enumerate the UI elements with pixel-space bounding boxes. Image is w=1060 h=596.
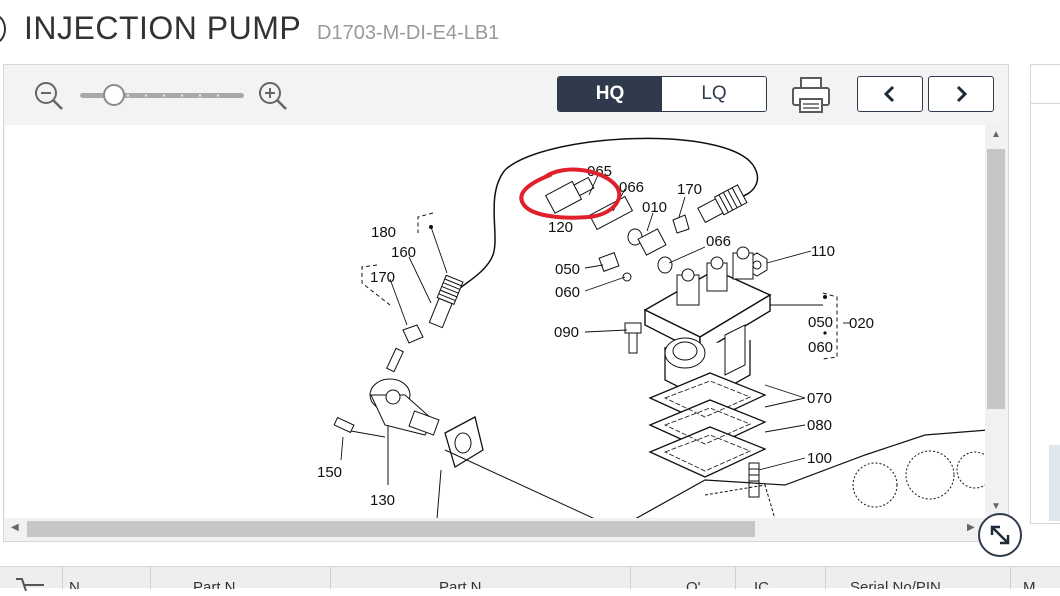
viewer-toolbar: HQ LQ [4,65,1008,125]
column-header-m[interactable]: M [1010,567,1060,589]
part-label-170[interactable]: 170 [677,181,702,198]
scroll-down-icon[interactable]: ▼ [991,501,1001,512]
part-label-110[interactable]: 110 [811,243,835,260]
part-label-010[interactable]: 010 [642,199,667,216]
column-header-part-no[interactable]: Part N [150,567,330,589]
lq-button[interactable]: LQ [662,77,766,111]
next-button[interactable] [928,76,994,112]
model-code: D1703-M-DI-E4-LB1 [317,22,500,44]
zoom-in-icon[interactable] [256,79,290,113]
exploded-view-drawing: 065 066 170 010 120 066 180 160 170 050 … [317,137,988,519]
page-title: INJECTION PUMP [24,10,302,46]
part-label-170-b[interactable]: 170 [370,269,395,286]
printer-icon[interactable] [790,75,832,115]
horizontal-scroll-thumb[interactable] [27,521,755,537]
parts-diagram[interactable]: 065 066 170 010 120 066 180 160 170 050 … [5,125,988,519]
part-label-160[interactable]: 160 [391,244,416,261]
part-label-180[interactable]: 180 [371,224,396,241]
page-header: INJECTION PUMP D1703-M-DI-E4-LB1 [0,0,1060,64]
previous-button[interactable] [857,76,923,112]
vertical-scrollbar[interactable]: ▲ ▼ [985,125,1007,519]
part-label-066-b[interactable]: 066 [706,233,731,250]
scroll-left-icon[interactable]: ◀ [11,522,19,533]
part-label-100[interactable]: 100 [807,450,832,467]
part-label-070[interactable]: 070 [807,390,832,407]
side-panel [1030,64,1060,524]
vertical-scroll-thumb[interactable] [987,149,1005,409]
scroll-up-icon[interactable]: ▲ [991,129,1001,140]
quality-toggle: HQ LQ [557,76,767,112]
scroll-right-icon[interactable]: ▶ [967,522,975,533]
side-panel-divider [1031,103,1060,104]
part-label-090[interactable]: 090 [554,324,579,341]
side-panel-button[interactable] [1049,445,1060,521]
zoom-out-icon[interactable] [32,79,66,113]
cart-icon[interactable] [14,577,48,592]
parts-table-header: N Part N Part N Q' IC Serial No/PIN M [0,566,1060,592]
part-label-020[interactable]: 020 [849,315,874,332]
part-label-080[interactable]: 080 [807,417,832,434]
horizontal-scrollbar[interactable]: ◀ ▶ [5,518,985,540]
part-label-120[interactable]: 120 [548,219,573,236]
expand-arrows-icon [990,525,1010,545]
chevron-left-icon [883,85,895,103]
part-label-130[interactable]: 130 [370,492,395,509]
column-header-qty[interactable]: Q' [630,567,735,589]
diagram-viewer: HQ LQ 065 066 170 010 120 066 180 160 17… [3,64,1009,542]
hq-button[interactable]: HQ [558,77,662,111]
column-header-ic[interactable]: IC [735,567,825,589]
part-label-050-b[interactable]: 050 [808,314,833,331]
part-label-050[interactable]: 050 [555,261,580,278]
part-label-150[interactable]: 150 [317,464,342,481]
chevron-right-icon [956,85,968,103]
column-header-part-name[interactable]: Part N [330,567,630,589]
column-header-no[interactable]: N [62,567,150,589]
part-label-060-b[interactable]: 060 [808,339,833,356]
back-button[interactable] [0,14,6,44]
part-label-066[interactable]: 066 [619,179,644,196]
part-label-060[interactable]: 060 [555,284,580,301]
zoom-slider-thumb[interactable] [102,84,125,106]
column-header-serial[interactable]: Serial No/PIN [825,567,1010,589]
expand-button[interactable] [978,513,1022,557]
